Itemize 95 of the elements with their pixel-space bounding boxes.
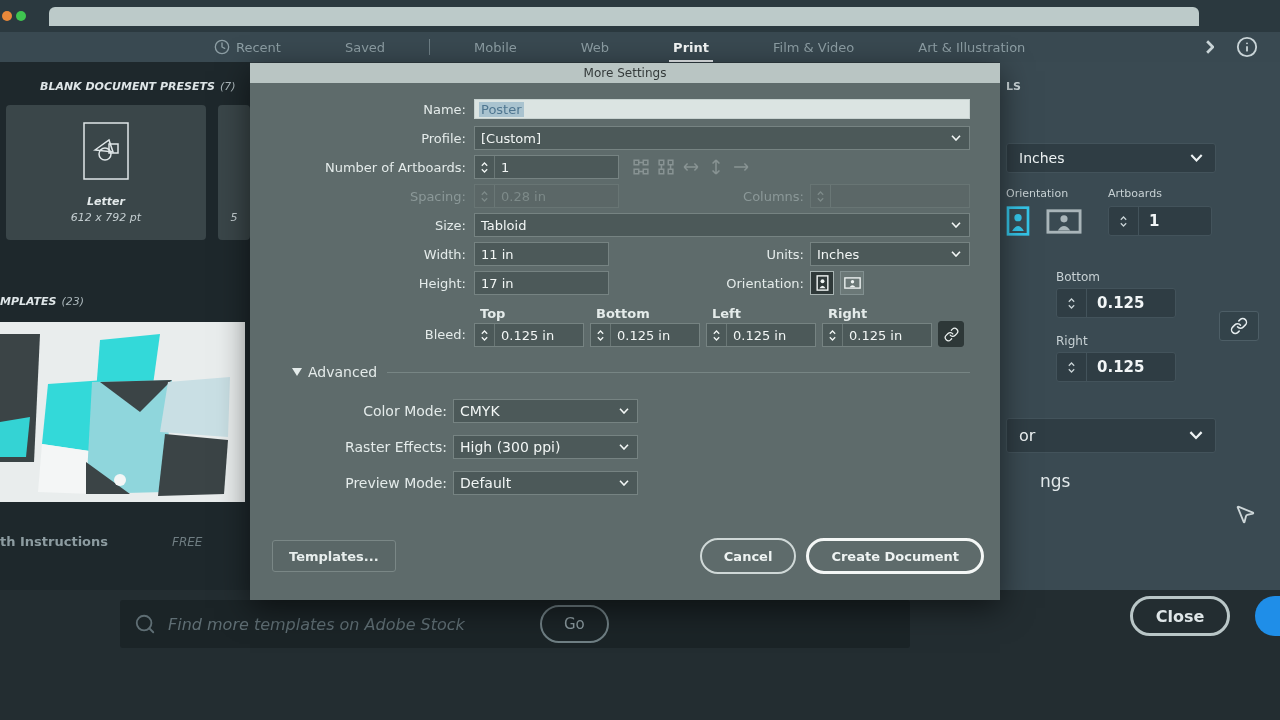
- field-label: Color Mode:: [362, 403, 447, 419]
- chevron-down-icon: [619, 480, 629, 486]
- mouse-pointer-icon: [1234, 503, 1256, 525]
- templates-button[interactable]: Templates...: [272, 540, 396, 572]
- field-label: Profile:: [420, 130, 466, 146]
- bleed-field[interactable]: 0.125: [1056, 352, 1176, 382]
- spinner-icon[interactable]: [480, 327, 489, 343]
- field-label: Raster Effects:: [344, 439, 447, 455]
- chevron-down-icon: [1189, 431, 1203, 440]
- primary-button[interactable]: [1255, 596, 1280, 636]
- item-count: (7): [219, 80, 236, 93]
- template-price: FREE: [172, 534, 203, 549]
- dropdown-select[interactable]: High (300 ppi): [453, 435, 638, 459]
- spinner-icon[interactable]: [596, 327, 605, 343]
- section-title: LS: [1006, 80, 1021, 93]
- cancel-button[interactable]: Cancel: [699, 538, 797, 574]
- field-label: Orientation: [1006, 187, 1070, 200]
- link-icon: [943, 326, 959, 342]
- search-field[interactable]: Find more templates on Adobe Stock: [168, 614, 528, 634]
- field-label: Right: [827, 306, 869, 321]
- field-label: Orientation:: [725, 275, 804, 291]
- close-button[interactable]: Close: [1130, 596, 1230, 636]
- portrait-icon[interactable]: [1006, 206, 1030, 236]
- spinner-icon[interactable]: [1067, 359, 1076, 375]
- spinner-icon[interactable]: [1119, 213, 1128, 229]
- chevron-down-icon: [951, 222, 961, 228]
- preset-size: 612 x 792 pt: [70, 211, 142, 224]
- size-select[interactable]: Tabloid: [474, 213, 970, 237]
- section-label: ngs: [1039, 471, 1071, 491]
- create-document-button[interactable]: Create Document: [806, 538, 984, 574]
- landscape-icon: [843, 277, 861, 289]
- spinner-icon: [816, 188, 825, 204]
- bleed-field[interactable]: 0.125 in: [822, 323, 932, 347]
- bleed-field[interactable]: 0.125 in: [474, 323, 584, 347]
- chevron-down-icon: [619, 408, 629, 414]
- landscape-icon[interactable]: [1046, 208, 1082, 234]
- template-thumbnail-drawing[interactable]: [0, 322, 245, 502]
- spinner-icon[interactable]: [828, 327, 837, 343]
- field-label: Name:: [422, 101, 466, 117]
- document-shapes-icon: [83, 122, 129, 180]
- dropdown-select[interactable]: CMYK: [453, 399, 638, 423]
- preset-name: Letter: [87, 195, 125, 208]
- spinner-icon[interactable]: [1067, 295, 1076, 311]
- link-icon: [1230, 317, 1248, 335]
- spinner-icon[interactable]: [712, 327, 721, 343]
- field-label: Left: [711, 306, 742, 321]
- field-label: Top: [479, 306, 507, 321]
- bleed-field[interactable]: 0.125: [1056, 288, 1176, 318]
- bleed-field[interactable]: 0.125 in: [706, 323, 816, 347]
- advanced-toggle[interactable]: Advanced: [292, 364, 378, 380]
- artboards-field[interactable]: 1: [474, 155, 619, 179]
- preset-card[interactable]: Letter 612 x 792 pt: [6, 105, 206, 240]
- search-icon: [134, 613, 156, 635]
- field-label: Width:: [422, 246, 466, 262]
- field-label: Units:: [765, 246, 804, 262]
- field-label: Right: [1056, 334, 1089, 348]
- chevron-down-icon: [951, 135, 961, 141]
- field-label: Bleed:: [423, 326, 466, 344]
- chevron-down-icon: [1190, 154, 1203, 162]
- units-select[interactable]: Inches: [1006, 143, 1216, 173]
- portrait-icon: [815, 275, 829, 291]
- preset-card[interactable]: 5: [218, 105, 250, 240]
- spinner-icon[interactable]: [480, 159, 489, 175]
- chevron-down-icon: [951, 251, 961, 257]
- clock-icon: [214, 39, 230, 55]
- field-label: Bottom: [1056, 270, 1101, 284]
- link-button[interactable]: [1219, 311, 1259, 341]
- bleed-field[interactable]: 0.125 in: [590, 323, 700, 347]
- section-title: BLANK DOCUMENT PRESETS: [40, 80, 215, 93]
- template-name: th Instructions: [0, 534, 108, 549]
- chevron-down-icon: [619, 444, 629, 450]
- dropdown-select[interactable]: Default: [453, 471, 638, 495]
- field-label: Bottom: [595, 306, 651, 321]
- caret-down-icon: [292, 368, 302, 376]
- preset-size: 5: [230, 211, 238, 224]
- field-label: Height:: [417, 275, 466, 291]
- artboards-field[interactable]: 1: [1108, 206, 1212, 236]
- go-button[interactable]: Go: [540, 605, 609, 643]
- units-select[interactable]: Inches: [810, 242, 970, 266]
- info-icon[interactable]: [1236, 36, 1258, 58]
- spinner-icon: [480, 188, 489, 204]
- chevron-right-icon[interactable]: [1206, 40, 1214, 54]
- section-title: MPLATES: [0, 295, 57, 308]
- item-count: (23): [61, 295, 84, 308]
- orientation-button[interactable]: [810, 271, 834, 295]
- link-button[interactable]: [938, 321, 964, 347]
- field-label: Preview Mode:: [344, 475, 447, 491]
- height-field[interactable]: 17 in: [474, 271, 609, 295]
- profile-select[interactable]: [Custom]: [474, 126, 970, 150]
- field-label: Size:: [433, 217, 466, 233]
- width-field[interactable]: 11 in: [474, 242, 609, 266]
- dropdown-select[interactable]: or: [1006, 418, 1216, 453]
- field-label: Number of Artboards:: [323, 159, 466, 175]
- dialog-title: More Settings: [250, 63, 1000, 83]
- field-label: Artboards: [1108, 187, 1163, 200]
